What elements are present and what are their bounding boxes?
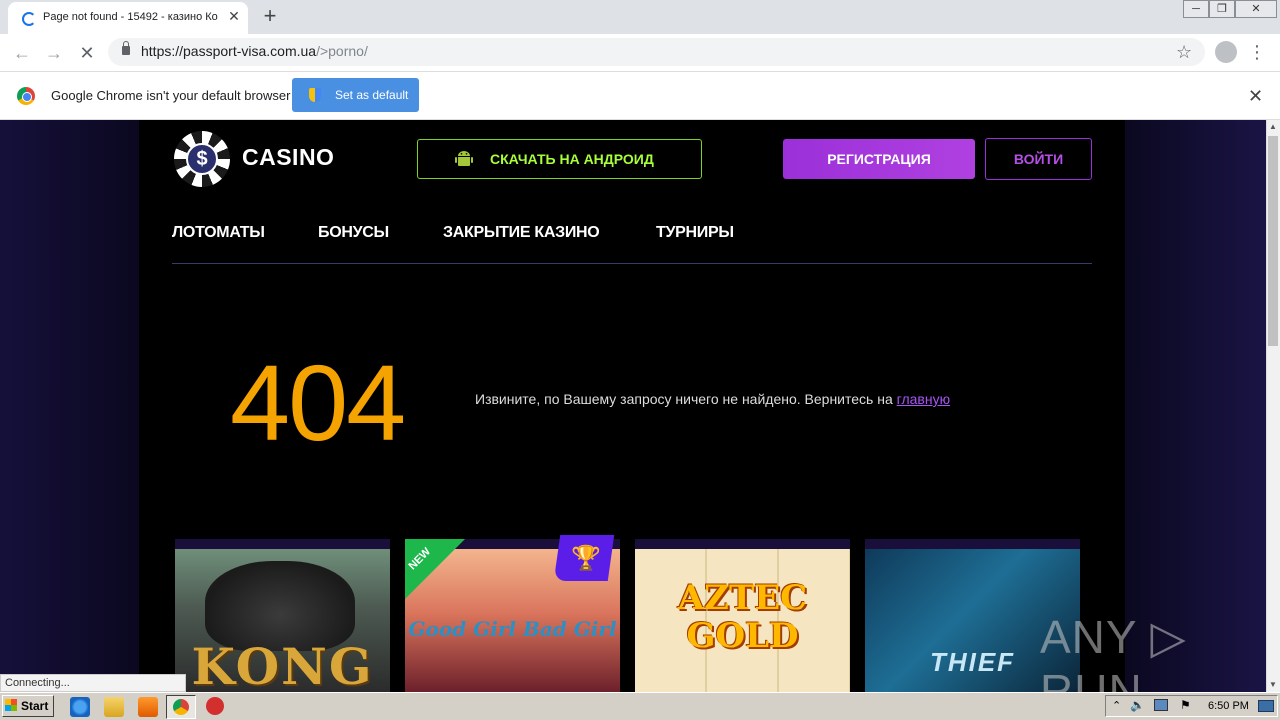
new-tab-button[interactable]: + — [258, 3, 282, 29]
tab-close-icon[interactable]: ✕ — [226, 8, 242, 26]
infobar-close-icon[interactable]: ✕ — [1248, 86, 1263, 107]
register-button[interactable]: РЕГИСТРАЦИЯ — [783, 139, 975, 179]
bookmark-star-icon[interactable]: ☆ — [1176, 42, 1192, 63]
infobar-message: Google Chrome isn't your default browser — [51, 88, 291, 103]
login-button[interactable]: ВОЙТИ — [985, 138, 1092, 180]
set-as-default-label: Set as default — [335, 88, 409, 102]
game-card-kong[interactable]: KONG — [175, 539, 390, 692]
url-text[interactable]: https://passport-visa.com.ua/>porno/ — [141, 43, 368, 59]
windows-logo-icon — [5, 699, 17, 711]
game-thumbnail: AZTEC GOLD — [635, 549, 850, 692]
stop-loading-icon[interactable]: ✕ — [74, 40, 100, 66]
error-code: 404 — [230, 342, 406, 463]
url-host: https://passport-visa.com.ua — [141, 43, 317, 59]
back-arrow-icon[interactable]: ← — [9, 40, 35, 66]
trophy-icon: 🏆 — [571, 545, 601, 572]
stop-sign-icon[interactable] — [206, 697, 224, 715]
home-link[interactable]: главную — [897, 391, 950, 407]
error-message-text: Извините, по Вашему запросу ничего не на… — [475, 391, 897, 407]
forward-arrow-icon[interactable]: → — [41, 40, 67, 66]
media-player-icon[interactable] — [138, 697, 158, 717]
nav-item-bonuses[interactable]: БОНУСЫ — [318, 224, 389, 242]
show-desktop-icon[interactable] — [1258, 700, 1274, 712]
browser-tab[interactable]: Page not found - 15492 - казино Ко ✕ — [8, 2, 248, 34]
file-explorer-icon[interactable] — [104, 697, 124, 717]
loading-spinner-icon — [22, 12, 36, 26]
download-android-button[interactable]: СКАЧАТЬ НА АНДРОИД — [417, 139, 702, 179]
taskbar-clock[interactable]: 6:50 PM — [1208, 700, 1249, 712]
download-android-label: СКАЧАТЬ НА АНДРОИД — [490, 151, 654, 167]
minimize-button[interactable]: ─ — [1183, 0, 1209, 18]
action-center-flag-icon[interactable]: ⚑ — [1180, 698, 1191, 712]
set-as-default-button[interactable]: Set as default — [292, 78, 419, 112]
game-title: KONG — [191, 637, 374, 692]
network-icon[interactable] — [1154, 699, 1168, 711]
nav-item-casino-closure[interactable]: ЗАКРЫТИЕ КАЗИНО — [443, 224, 600, 242]
game-card-aztec-gold[interactable]: AZTEC GOLD — [635, 539, 850, 692]
restore-button[interactable]: ❐ — [1209, 0, 1235, 18]
dollar-icon: $ — [186, 143, 218, 175]
nav-divider — [172, 263, 1092, 264]
taskbar-chrome-button[interactable] — [166, 695, 196, 719]
window-close-button[interactable]: ✕ — [1235, 0, 1277, 18]
chrome-logo-icon — [17, 87, 35, 105]
profile-avatar[interactable] — [1215, 41, 1237, 63]
site-logo-text[interactable]: CASINO — [242, 144, 334, 171]
lock-icon[interactable] — [122, 41, 130, 55]
game-card-good-girl-bad-girl[interactable]: Good Girl Bad Girl NEW 🏆 — [405, 535, 620, 694]
nav-item-tournaments[interactable]: ТУРНИРЫ — [656, 224, 734, 242]
status-bubble: Connecting... — [0, 674, 186, 692]
android-icon — [455, 151, 473, 166]
scroll-up-icon[interactable]: ▲ — [1266, 120, 1280, 134]
error-message: Извините, по Вашему запросу ничего не на… — [475, 391, 950, 407]
uac-shield-icon — [309, 88, 321, 102]
url-path: />porno/ — [316, 43, 368, 59]
volume-icon[interactable]: 🔈 — [1130, 698, 1145, 712]
nav-item-lotomaty[interactable]: ЛОТОМАТЫ — [172, 224, 265, 242]
game-thumbnail: KONG — [175, 549, 390, 692]
menu-dots-icon[interactable]: ⋮ — [1248, 41, 1266, 63]
scroll-down-icon[interactable]: ▼ — [1266, 678, 1280, 692]
internet-explorer-icon[interactable] — [70, 697, 90, 717]
tray-expand-icon[interactable]: ⌃ — [1112, 699, 1121, 712]
scrollbar-thumb[interactable] — [1268, 136, 1278, 346]
game-title: Good Girl Bad Girl — [408, 617, 617, 641]
tab-title: Page not found - 15492 - казино Ко — [43, 11, 218, 23]
chrome-icon — [173, 699, 189, 715]
game-title: AZTEC GOLD — [677, 578, 808, 656]
